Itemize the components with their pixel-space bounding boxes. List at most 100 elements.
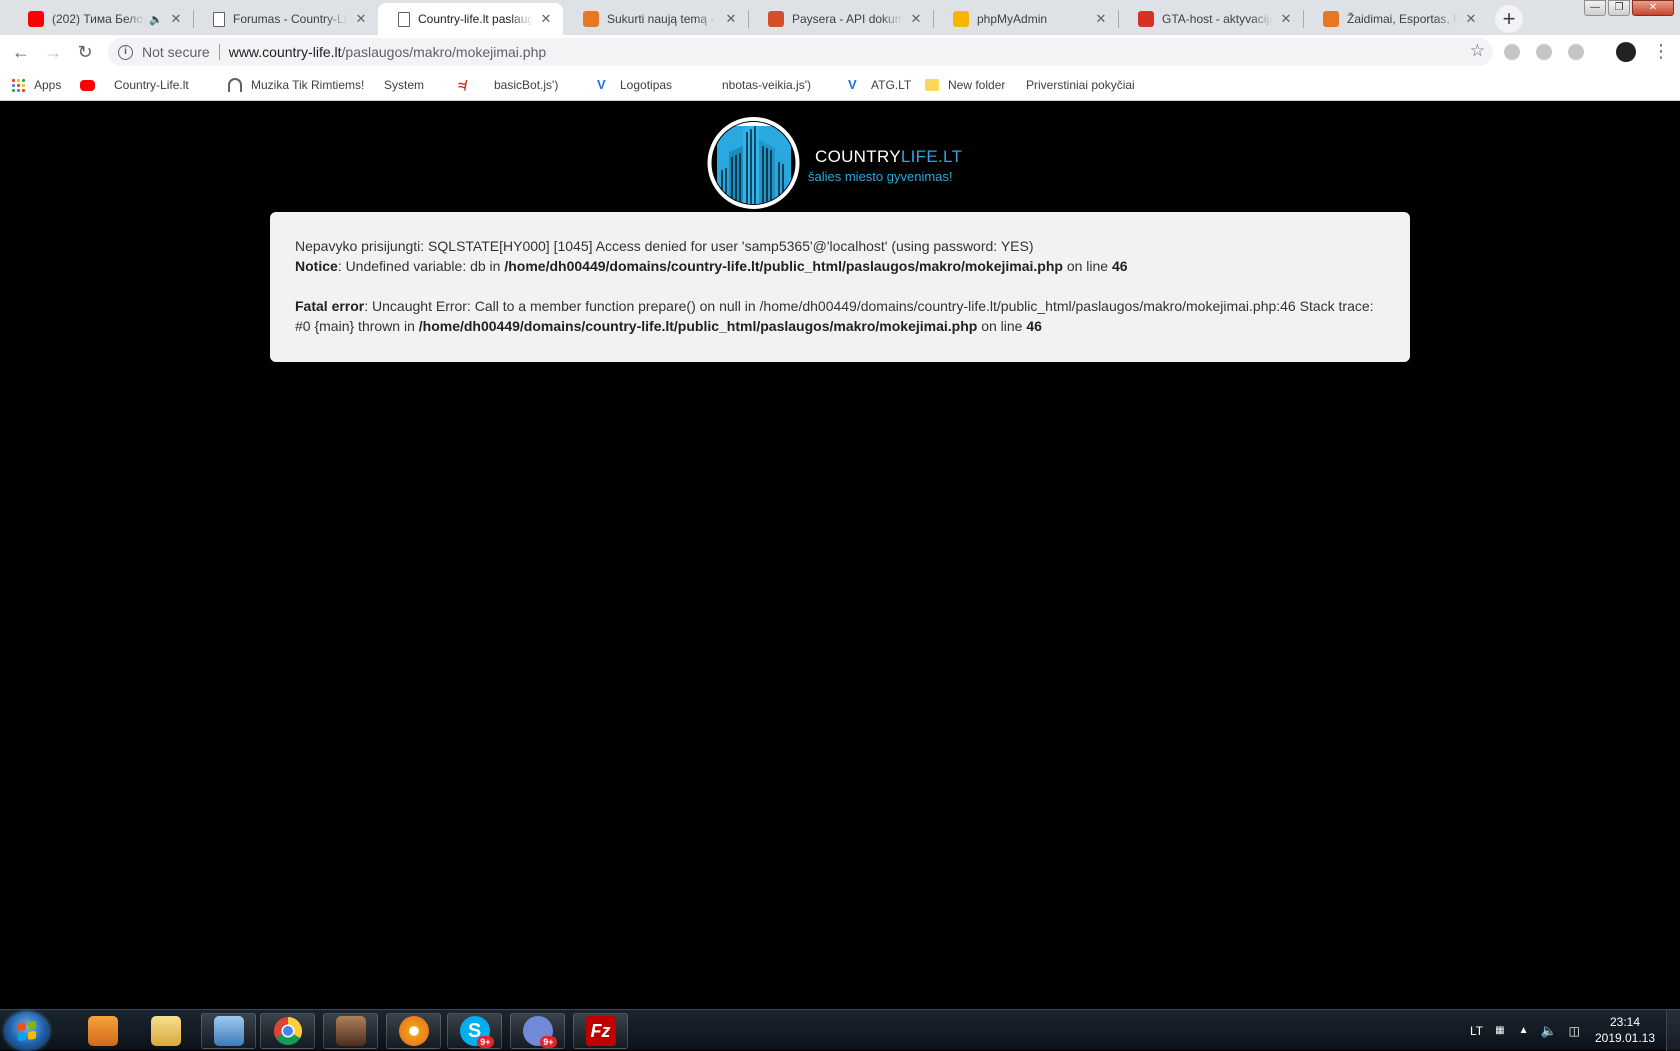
tab-favicon-icon — [1323, 11, 1339, 27]
security-label[interactable]: Not secure — [142, 44, 210, 60]
bookmark-item[interactable]: ≉ — [458, 75, 481, 95]
tray-expand-icon[interactable]: ▲ — [1519, 1025, 1529, 1036]
taskbar-app[interactable] — [386, 1013, 441, 1049]
taskbar-media-player[interactable] — [75, 1013, 130, 1049]
notice-path: /home/dh00449/domains/country-life.lt/pu… — [504, 258, 1063, 274]
tab-audio-icon[interactable]: 🔈 — [149, 13, 163, 26]
profile-avatar[interactable] — [1616, 42, 1636, 62]
discord-icon: 9+ — [522, 1016, 557, 1048]
language-indicator[interactable]: LT — [1470, 1024, 1483, 1038]
taskbar-filezilla[interactable]: Fz — [573, 1013, 628, 1049]
bookmark-item[interactable]: System — [384, 75, 425, 190]
taskbar-explorer[interactable] — [138, 1013, 193, 1049]
bookmark-label: Logotipas — [620, 78, 673, 92]
url-path[interactable]: /paslaugos/makro/mokejimai.php — [342, 44, 547, 60]
bookmark-item[interactable]: V ATG.LT — [848, 75, 911, 95]
taskbar-samp[interactable] — [323, 1013, 378, 1049]
bookmark-label: Priverstiniai pokyčiai — [1026, 78, 1135, 92]
browser-tab[interactable]: Paysera - API dokumentacija ✕ — [748, 3, 933, 35]
address-bar[interactable]: i Not secure www.country-life.lt/paslaug… — [108, 38, 1493, 66]
volume-icon[interactable]: 🔈 — [1540, 1023, 1556, 1039]
apps-icon — [12, 78, 25, 92]
media-player-icon — [87, 1016, 118, 1046]
fatal-error-message: Fatal error: Uncaught Error: Call to a m… — [295, 296, 1385, 336]
tab-close-icon[interactable]: ✕ — [539, 12, 553, 26]
brand-country: COUNTRY — [815, 147, 901, 166]
tab-close-icon[interactable]: ✕ — [354, 12, 368, 26]
extension-icon[interactable] — [1536, 44, 1552, 60]
taskbar-chrome[interactable] — [260, 1013, 315, 1049]
skype-icon: S 9+ — [459, 1016, 494, 1048]
forward-button[interactable]: → — [42, 41, 64, 63]
remote-desktop-icon — [213, 1016, 244, 1046]
notice-text: : Undefined variable: db in — [337, 258, 505, 274]
bookmark-item[interactable]: Priverstiniai pokyčiai — [1026, 75, 1135, 190]
extension-icon[interactable] — [1504, 44, 1520, 60]
network-icon[interactable]: ◫ — [1569, 1024, 1580, 1038]
browser-tab[interactable]: Žaidimai, Esportas, Forumas ✕ — [1303, 3, 1488, 35]
error-message-box: Nepavyko prisijungti: SQLSTATE[HY000] [1… — [270, 212, 1410, 362]
tab-close-icon[interactable]: ✕ — [1464, 12, 1478, 26]
bookmark-item[interactable]: basicBot.js') — [494, 75, 558, 190]
bookmark-label: nbotas-veikia.js') — [722, 78, 811, 92]
bookmark-item[interactable]: Muzika Tik Rimtiems! — [228, 75, 364, 95]
minimize-button[interactable]: — — [1584, 0, 1606, 16]
bookmark-item[interactable]: New folder — [925, 75, 1005, 95]
notice-label: Notice — [295, 258, 338, 274]
tab-favicon-icon — [28, 11, 44, 27]
browser-menu-icon[interactable]: ⋮ — [1652, 40, 1670, 62]
tab-title: Forumas - Country-Life — [233, 12, 348, 26]
extension-icon[interactable] — [1568, 44, 1584, 60]
tab-close-icon[interactable]: ✕ — [1279, 12, 1293, 26]
close-window-button[interactable]: ✕ — [1632, 0, 1674, 16]
clock-date: 2019.01.13 — [1594, 1031, 1656, 1045]
tab-title: Country-life.lt paslaugos — [418, 12, 533, 26]
url-host[interactable]: www.country-life.lt — [229, 44, 342, 60]
browser-tab[interactable]: Country-life.lt paslaugos ✕ — [378, 3, 563, 35]
tab-title: Paysera - API dokumentacija — [792, 12, 903, 26]
vector-icon: V — [848, 77, 857, 92]
tab-close-icon[interactable]: ✕ — [724, 12, 738, 26]
tab-favicon-icon — [583, 11, 599, 27]
tab-close-icon[interactable]: ✕ — [169, 12, 183, 26]
bookmark-label: System — [384, 78, 425, 92]
fatal-line-number: 46 — [1026, 318, 1042, 334]
bookmark-star-icon[interactable]: ☆ — [1470, 41, 1485, 61]
tab-close-icon[interactable]: ✕ — [1094, 12, 1108, 26]
bookmark-label: Country-Life.lt — [114, 78, 189, 92]
tab-title: Sukurti naują temą - SAMP — [607, 12, 718, 26]
site-brand[interactable]: COUNTRYLIFE.LT — [815, 147, 962, 167]
browser-tab[interactable]: phpMyAdmin ✕ — [933, 3, 1118, 35]
restore-button[interactable]: ❐ — [1608, 0, 1630, 16]
start-button[interactable] — [5, 1012, 49, 1050]
countrylife-logo-icon[interactable] — [707, 112, 800, 210]
browser-tab[interactable]: GTA-host - aktyvacija ✕ — [1118, 3, 1303, 35]
system-clock[interactable]: 23:14 2019.01.13 — [1590, 1014, 1660, 1046]
taskbar-remote-desktop[interactable] — [201, 1013, 256, 1049]
info-icon[interactable]: i — [118, 44, 133, 60]
back-button[interactable]: ← — [10, 41, 32, 63]
taskbar-skype[interactable]: S 9+ — [447, 1013, 502, 1049]
browser-tab[interactable]: Forumas - Country-Life ✕ — [193, 3, 378, 35]
bookmark-item[interactable] — [80, 75, 104, 95]
reload-button[interactable]: ↻ — [74, 41, 96, 63]
browser-tab[interactable]: (202) Тима Белорусских 🔈 ✕ — [8, 3, 193, 35]
show-desktop-button[interactable] — [1666, 1010, 1680, 1051]
bookmark-item[interactable]: Apps — [12, 75, 61, 95]
tab-title: Žaidimai, Esportas, Forumas — [1347, 12, 1458, 26]
browser-tab[interactable]: Sukurti naują temą - SAMP ✕ — [563, 3, 748, 35]
window-controls: — ❐ ✕ — [1582, 0, 1674, 16]
chrome-icon — [273, 1017, 302, 1045]
tab-close-icon[interactable]: ✕ — [909, 12, 923, 26]
wheel-icon — [398, 1016, 429, 1046]
tab-favicon-icon — [213, 11, 225, 27]
bookmark-item[interactable]: nbotas-veikia.js') — [722, 75, 811, 190]
taskbar-discord[interactable]: 9+ — [510, 1013, 565, 1049]
bookmark-item[interactable]: Country-Life.lt — [114, 75, 189, 190]
connection-error: Nepavyko prisijungti: SQLSTATE[HY000] [1… — [295, 238, 1034, 254]
keyboard-icon[interactable]: ▦ — [1495, 1025, 1504, 1036]
tab-title: GTA-host - aktyvacija — [1162, 12, 1273, 26]
bookmark-item[interactable]: V Logotipas — [597, 75, 672, 95]
new-tab-button[interactable]: + — [1495, 5, 1523, 33]
